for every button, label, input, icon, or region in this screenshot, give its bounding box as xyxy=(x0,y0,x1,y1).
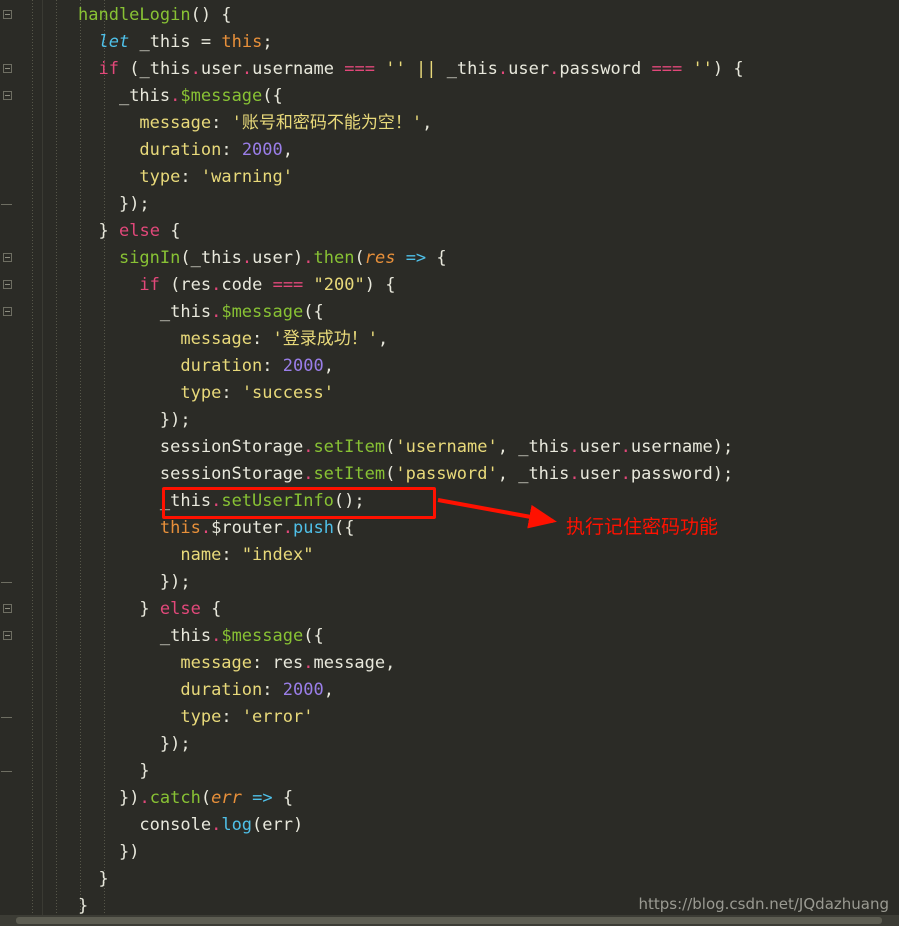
code-line: duration: 2000, xyxy=(180,356,334,376)
code-line: type: 'warning' xyxy=(139,167,293,187)
code-line: message: res.message, xyxy=(180,653,396,673)
code-line: sessionStorage.setItem('username', _this… xyxy=(159,437,734,457)
code-line: type: 'success' xyxy=(180,383,334,403)
code-line: }); xyxy=(159,572,191,592)
code-line: }) xyxy=(118,842,140,862)
code-line: if (res.code === "200") { xyxy=(139,275,396,295)
code-line: name: "index" xyxy=(180,545,314,565)
code-line: _this.$message({ xyxy=(159,626,324,646)
code-line: }).catch(err => { xyxy=(118,788,294,808)
code-line-highlighted: _this.setUserInfo(); xyxy=(159,491,365,511)
code-line: }); xyxy=(159,410,191,430)
code-line: }); xyxy=(159,734,191,754)
horizontal-scrollbar-thumb[interactable] xyxy=(16,917,882,924)
code-line: this.$router.push({ xyxy=(159,518,355,538)
code-line: } else { xyxy=(98,221,181,241)
code-line: } xyxy=(98,869,109,889)
code-line: } xyxy=(139,761,150,781)
code-editor: handleLogin() { let _this = this; if (_t… xyxy=(0,0,899,926)
watermark-text: https://blog.csdn.net/JQdazhuang xyxy=(638,895,889,913)
code-line: sessionStorage.setItem('password', _this… xyxy=(159,464,734,484)
code-content[interactable]: handleLogin() { let _this = this; if (_t… xyxy=(0,0,899,920)
code-line: _this.$message({ xyxy=(159,302,324,322)
code-line: message: '账号和密码不能为空！', xyxy=(139,113,433,133)
code-line: signIn(_this.user).then(res => { xyxy=(118,248,447,268)
code-line: duration: 2000, xyxy=(180,680,334,700)
horizontal-scrollbar[interactable] xyxy=(0,915,899,926)
code-line: _this.$message({ xyxy=(118,86,283,106)
code-line: } else { xyxy=(139,599,222,619)
code-line: message: '登录成功！', xyxy=(180,329,389,349)
code-line: type: 'error' xyxy=(180,707,314,727)
code-line: handleLogin() { xyxy=(78,5,232,25)
code-line: }); xyxy=(118,194,150,214)
code-line: let _this = this; xyxy=(98,32,273,52)
code-line: if (_this.user.username === '' || _this.… xyxy=(98,59,744,79)
code-line: duration: 2000, xyxy=(139,140,294,160)
code-line: console.log(err) xyxy=(139,815,304,835)
